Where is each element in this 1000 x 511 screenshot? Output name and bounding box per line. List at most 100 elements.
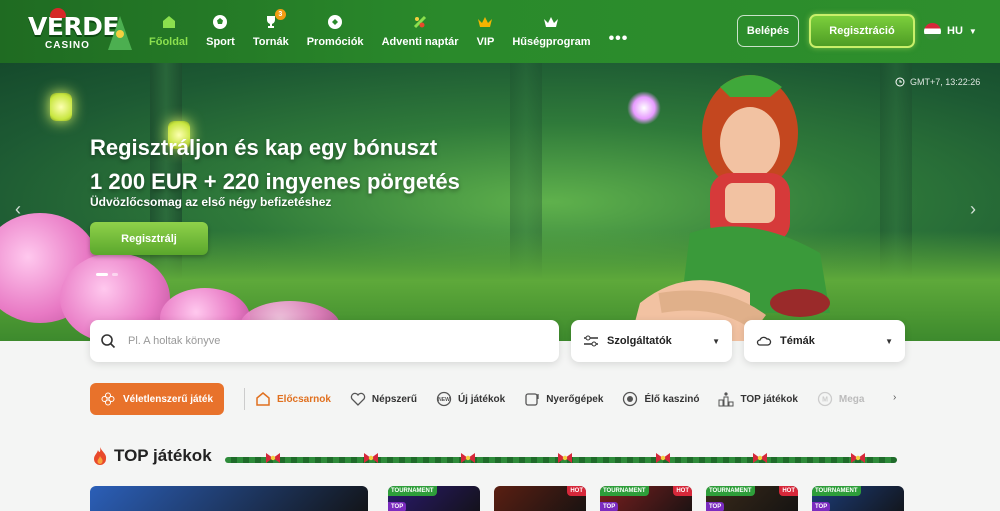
tab-label: Új játékok <box>457 393 506 405</box>
tab-top-games[interactable]: TOP játékok <box>718 391 798 407</box>
game-tile[interactable]: HOT <box>494 486 586 511</box>
providers-dropdown[interactable]: Szolgáltatók ▼ <box>571 320 732 362</box>
flower-icon <box>101 392 115 406</box>
search-input[interactable] <box>128 335 528 347</box>
loyalty-crown-icon <box>543 13 559 31</box>
tab-lobby[interactable]: Előcsarnok <box>255 391 331 407</box>
tournament-badge: TOURNAMENT <box>706 486 755 496</box>
bow-icon <box>266 453 280 463</box>
svg-text:NEW: NEW <box>438 397 450 403</box>
nav-item-advent-calendar[interactable]: Adventi naptár <box>373 10 468 48</box>
podium-icon <box>718 391 734 407</box>
carousel-dots <box>96 273 122 276</box>
logo-text: VERDE <box>28 12 120 41</box>
tab-label: Mega <box>838 393 865 405</box>
chevron-down-icon: ▼ <box>712 336 720 346</box>
hero-register-button[interactable]: Regisztrálj <box>90 222 208 255</box>
category-tabs: Előcsarnok Népszerű NEW Új játékok Nyerő… <box>255 383 885 415</box>
advent-icon <box>412 13 428 31</box>
tab-label: TOP játékok <box>740 393 798 405</box>
search-icon <box>100 333 116 349</box>
nav-item-sport[interactable]: Sport <box>197 10 244 48</box>
lantern-icon <box>50 93 72 121</box>
hero-subtitle: Üdvözlőcsomag az első négy befizetéshez <box>90 195 332 209</box>
hot-badge: HOT <box>673 486 692 496</box>
top-badge: TOP <box>812 502 831 511</box>
game-tile[interactable]: TOURNAMENT HOT TOP <box>600 486 692 511</box>
carousel-dot-active[interactable] <box>96 273 108 276</box>
categories-scroll-right-arrow[interactable]: › <box>893 392 896 403</box>
nav-item-promotions[interactable]: Promóciók <box>298 10 373 48</box>
server-time-text: GMT+7, 13:22:26 <box>910 77 981 87</box>
tab-live-casino[interactable]: Élő kaszinó <box>622 391 699 407</box>
section-title: TOP játékok <box>114 446 212 465</box>
game-tile[interactable] <box>90 486 368 511</box>
game-tiles-row: TOURNAMENT TOP HOT TOURNAMENT HOT TOP TOURN… <box>90 486 904 511</box>
bow-icon <box>753 453 767 463</box>
nav-more-button[interactable]: ••• <box>600 10 638 48</box>
register-button[interactable]: Regisztráció <box>809 14 915 48</box>
slot-icon <box>524 391 540 407</box>
mega-icon: M <box>817 391 833 407</box>
live-icon <box>622 391 638 407</box>
bow-icon <box>364 453 378 463</box>
nav-label: Sport <box>206 36 235 48</box>
new-icon: NEW <box>436 391 452 407</box>
nav-label: Promóciók <box>306 36 364 48</box>
login-button[interactable]: Belépés <box>737 15 799 47</box>
bow-icon <box>656 453 670 463</box>
tab-popular[interactable]: Népszerű <box>350 392 417 406</box>
themes-label: Témák <box>780 335 815 347</box>
category-divider <box>244 388 245 410</box>
verde-casino-logo[interactable]: VERDE CASINO <box>28 8 132 54</box>
providers-label: Szolgáltatók <box>607 335 672 347</box>
nav-label: Adventi naptár <box>381 36 459 48</box>
elf-character-illustration <box>630 75 830 341</box>
top-badge: TOP <box>706 502 725 511</box>
tab-label: Előcsarnok <box>277 393 331 405</box>
cloud-icon <box>756 334 772 348</box>
top-badge: TOP <box>388 502 407 511</box>
heart-icon <box>350 392 366 406</box>
christmas-tree-icon <box>108 16 132 50</box>
gift-icon <box>327 13 343 31</box>
hot-badge: HOT <box>779 486 798 496</box>
carousel-next-arrow[interactable]: › <box>970 199 976 220</box>
bow-icon <box>461 453 475 463</box>
hero-banner: Regisztráljon és kap egy bónuszt 1 200 E… <box>0 63 1000 341</box>
clock-icon <box>895 77 905 87</box>
nav-item-vip[interactable]: VIP <box>468 10 504 48</box>
lobby-icon <box>255 391 271 407</box>
sliders-icon <box>583 334 599 348</box>
tab-mega[interactable]: M Mega <box>817 391 865 407</box>
home-icon <box>161 13 177 31</box>
game-tile[interactable]: TOURNAMENT HOT TOP <box>706 486 798 511</box>
hot-badge: HOT <box>567 486 586 496</box>
nav-label: Tornák <box>252 36 289 48</box>
tournament-badge: TOURNAMENT <box>812 486 861 496</box>
top-header: VERDE CASINO Főoldal Sport 3 Tornák Prom… <box>0 0 1000 63</box>
nav-item-tournaments[interactable]: 3 Tornák <box>244 9 298 48</box>
tab-slots[interactable]: Nyerőgépek <box>524 391 603 407</box>
fire-icon <box>92 446 108 466</box>
hero-title-line2: 1 200 EUR + 220 ingyenes pörgetés <box>90 169 460 194</box>
top-badge: TOP <box>600 502 619 511</box>
nav-item-home[interactable]: Főoldal <box>140 10 197 48</box>
tab-new-games[interactable]: NEW Új játékok <box>436 391 505 407</box>
logo-subtext: CASINO <box>45 40 90 51</box>
carousel-dot[interactable] <box>112 273 118 276</box>
game-tile[interactable]: TOURNAMENT TOP <box>388 486 480 511</box>
random-game-button[interactable]: Véletlenszerű játék <box>90 383 224 415</box>
game-search-bar <box>90 320 559 362</box>
language-code: HU <box>947 25 963 37</box>
nav-label: VIP <box>476 36 495 48</box>
nav-item-loyalty[interactable]: Hűségprogram <box>503 10 599 48</box>
themes-dropdown[interactable]: Témák ▼ <box>744 320 905 362</box>
tab-label: Nyerőgépek <box>546 393 604 405</box>
game-tile[interactable]: TOURNAMENT TOP <box>812 486 904 511</box>
language-selector[interactable]: HU ▼ <box>924 22 977 40</box>
carousel-prev-arrow[interactable]: ‹ <box>15 199 21 220</box>
random-game-label: Véletlenszerű játék <box>122 393 214 405</box>
nav-label: Főoldal <box>149 36 189 48</box>
bow-icon <box>851 453 865 463</box>
